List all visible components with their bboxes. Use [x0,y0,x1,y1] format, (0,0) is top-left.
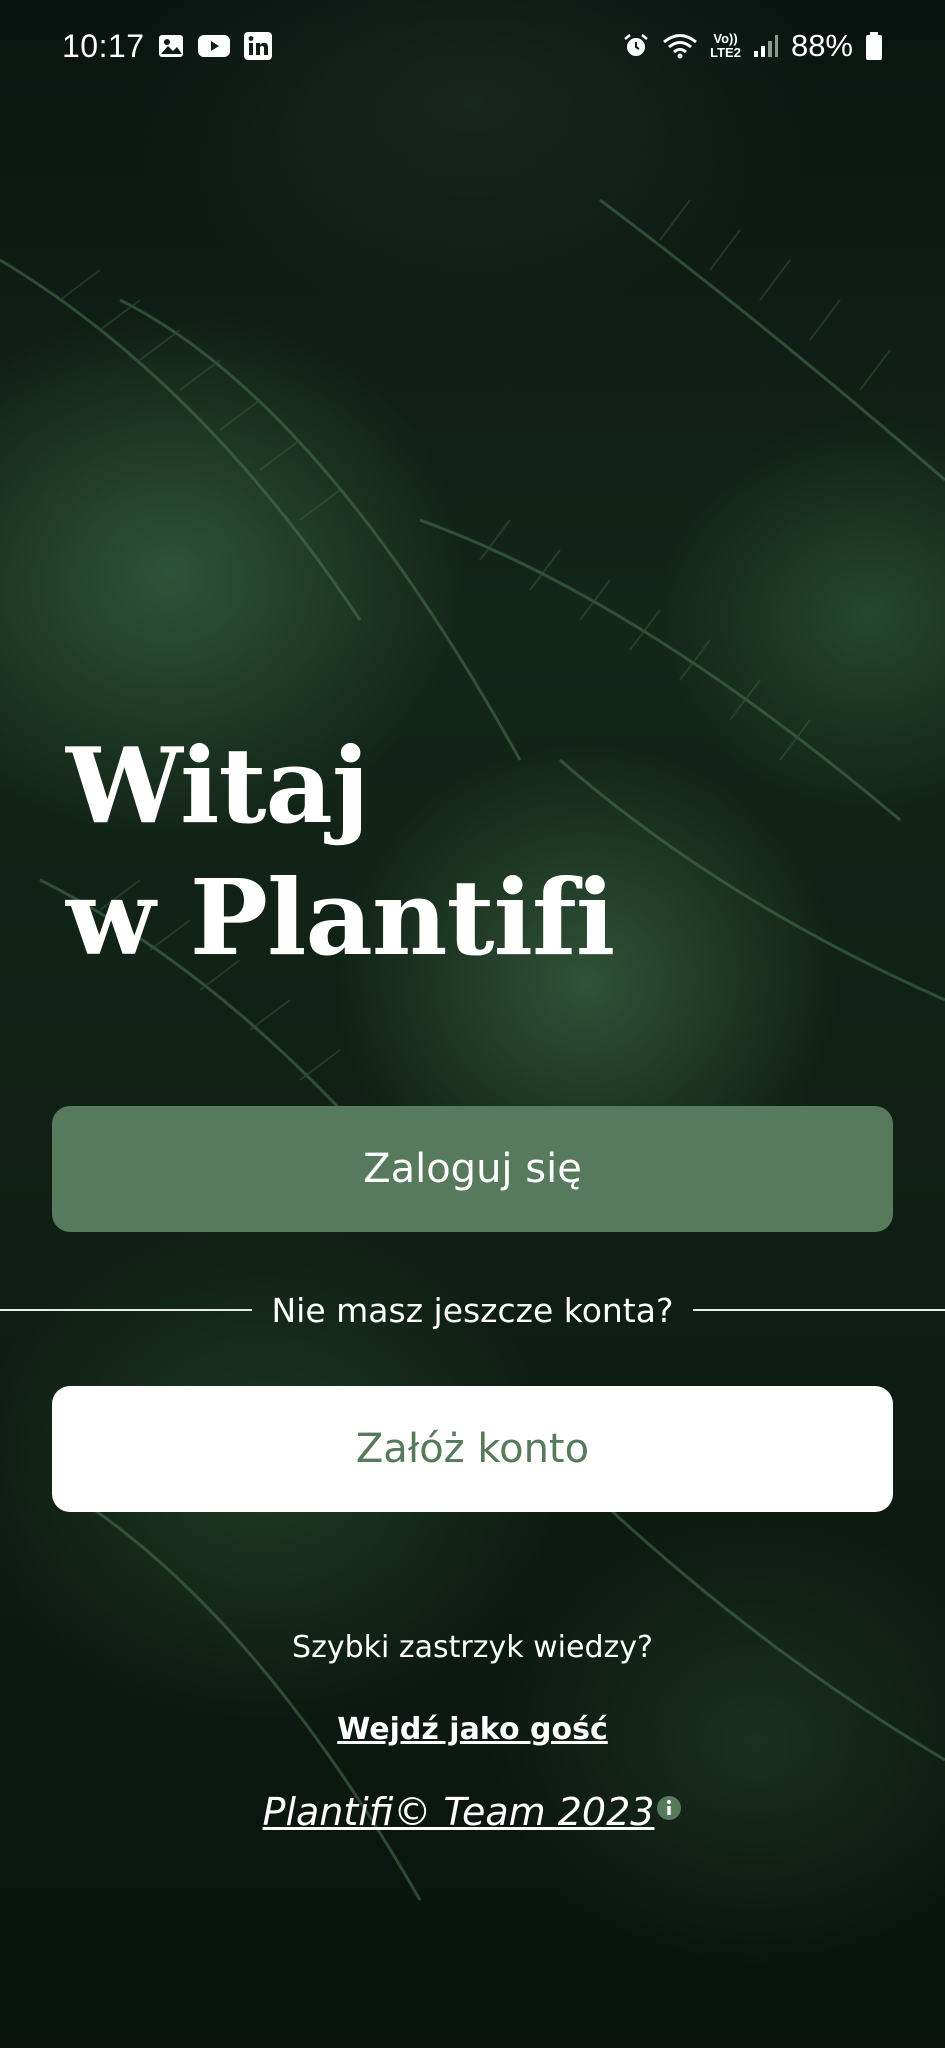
status-bar: 10:17 Vo)) LTE2 88% [0,0,945,92]
image-icon [157,32,185,60]
quick-knowledge-text: Szybki zastrzyk wiedzy? [292,1630,653,1665]
login-button[interactable]: Zaloguj się [52,1106,893,1232]
guest-login-label: Wejdź jako gość [337,1712,608,1747]
welcome-heading: Witaj w Plantifi [66,720,615,984]
divider: Nie masz jeszcze konta? [0,1290,945,1330]
info-icon[interactable] [656,1786,682,1830]
register-button-label: Załóż konto [355,1426,590,1472]
footer: Plantifi© Team 2023 [0,1790,945,1834]
battery-percent: 88% [790,28,853,63]
footer-copyright[interactable]: Plantifi© Team 2023 [263,1790,655,1834]
battery-icon [865,31,883,61]
linkedin-icon [243,31,273,61]
guest-login-link[interactable]: Wejdź jako gość [0,1712,945,1747]
status-time: 10:17 [62,27,145,64]
register-button[interactable]: Załóż konto [52,1386,893,1512]
wifi-icon [662,32,698,60]
youtube-icon [197,33,231,59]
welcome-line-1: Witaj [66,724,370,847]
network-label-bottom: LTE2 [710,45,741,60]
login-button-label: Zaloguj się [363,1146,582,1192]
status-bar-right: Vo)) LTE2 88% [622,28,883,64]
welcome-line-2: w Plantifi [66,856,615,979]
volte-icon: Vo)) LTE2 [710,32,741,60]
no-account-text: Nie masz jeszcze konta? [271,1290,674,1330]
network-label-top: Vo)) [713,31,738,46]
signal-icon [753,33,779,59]
status-bar-left: 10:17 [62,28,273,65]
alarm-icon [622,32,650,60]
